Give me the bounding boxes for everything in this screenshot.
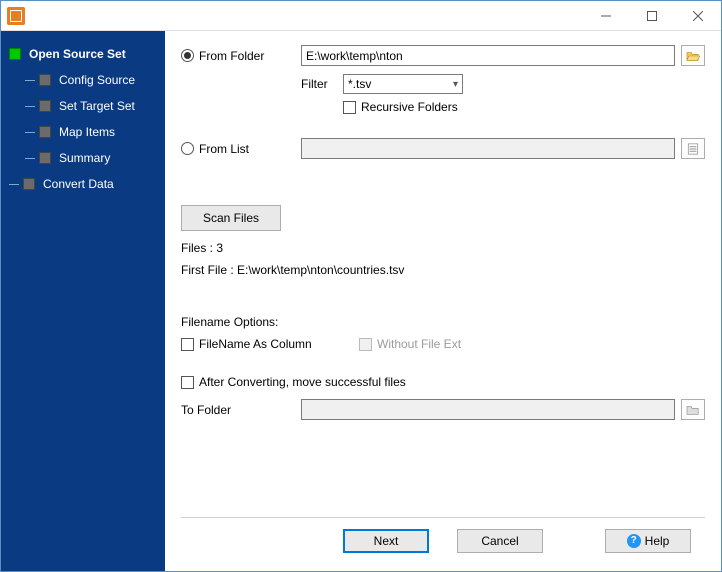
without-ext-checkbox <box>359 338 372 351</box>
from-list-label: From List <box>199 142 249 156</box>
maximize-button[interactable] <box>629 1 675 31</box>
sidebar-item-summary[interactable]: Summary <box>1 145 165 171</box>
sidebar-item-config-source[interactable]: Config Source <box>1 67 165 93</box>
sidebar-item-convert-data[interactable]: Convert Data <box>1 171 165 197</box>
list-path-input <box>301 138 675 159</box>
to-folder-label: To Folder <box>181 403 301 417</box>
filename-as-column-label: FileName As Column <box>199 337 359 351</box>
filter-value: *.tsv <box>348 77 371 91</box>
browse-folder-button[interactable] <box>681 45 705 66</box>
help-button[interactable]: ? Help <box>605 529 691 553</box>
step-box-icon <box>39 152 51 164</box>
tree-connector-icon <box>25 158 35 159</box>
maximize-icon <box>647 11 657 21</box>
filter-label: Filter <box>301 77 343 91</box>
sidebar-item-open-source-set[interactable]: Open Source Set <box>1 41 165 67</box>
help-icon: ? <box>627 534 641 548</box>
folder-path-input[interactable] <box>301 45 675 66</box>
from-folder-radio[interactable]: From Folder <box>181 49 301 63</box>
close-icon <box>693 11 703 21</box>
sidebar-item-set-target-set[interactable]: Set Target Set <box>1 93 165 119</box>
recursive-checkbox[interactable] <box>343 101 356 114</box>
files-count-label: Files : 3 <box>181 241 705 255</box>
main-panel: From Folder Filter *.tsv ▾ Recursive Fol… <box>165 31 721 571</box>
cancel-button[interactable]: Cancel <box>457 529 543 553</box>
radio-icon <box>181 142 194 155</box>
sidebar-item-label: Convert Data <box>43 177 114 191</box>
list-file-icon <box>686 143 700 155</box>
footer: Next Cancel ? Help <box>181 517 705 563</box>
next-button[interactable]: Next <box>343 529 429 553</box>
next-label: Next <box>374 534 399 548</box>
minimize-button[interactable] <box>583 1 629 31</box>
after-move-checkbox[interactable] <box>181 376 194 389</box>
chevron-down-icon: ▾ <box>453 79 458 90</box>
after-move-label: After Converting, move successful files <box>199 375 406 389</box>
sidebar-item-label: Open Source Set <box>29 47 126 61</box>
tree-connector-icon <box>25 80 35 81</box>
filename-as-column-checkbox[interactable] <box>181 338 194 351</box>
titlebar <box>1 1 721 31</box>
from-list-radio[interactable]: From List <box>181 142 301 156</box>
step-box-icon <box>23 178 35 190</box>
tree-connector-icon <box>25 106 35 107</box>
minimize-icon <box>601 11 611 21</box>
app-icon <box>7 7 25 25</box>
step-box-icon <box>39 74 51 86</box>
tree-connector-icon <box>25 132 35 133</box>
sidebar-item-label: Config Source <box>59 73 135 87</box>
tree-connector-icon <box>9 184 19 185</box>
folder-open-icon <box>686 50 700 62</box>
without-ext-label: Without File Ext <box>377 337 461 351</box>
filename-options-heading: Filename Options: <box>181 315 705 329</box>
close-button[interactable] <box>675 1 721 31</box>
sidebar-item-label: Set Target Set <box>59 99 135 113</box>
step-box-icon <box>39 100 51 112</box>
from-folder-label: From Folder <box>199 49 264 63</box>
recursive-label: Recursive Folders <box>361 100 458 114</box>
first-file-label: First File : E:\work\temp\nton\countries… <box>181 263 705 277</box>
step-box-icon <box>39 126 51 138</box>
radio-icon <box>181 49 194 62</box>
sidebar-item-label: Map Items <box>59 125 115 139</box>
filter-combo[interactable]: *.tsv ▾ <box>343 74 463 94</box>
sidebar-item-map-items[interactable]: Map Items <box>1 119 165 145</box>
scan-files-button[interactable]: Scan Files <box>181 205 281 231</box>
help-label: Help <box>645 534 670 548</box>
wizard-sidebar: Open Source Set Config Source Set Target… <box>1 31 165 571</box>
folder-icon <box>686 404 700 416</box>
step-box-icon <box>9 48 21 60</box>
to-folder-input <box>301 399 675 420</box>
browse-to-folder-button[interactable] <box>681 399 705 420</box>
browse-list-button[interactable] <box>681 138 705 159</box>
scan-files-label: Scan Files <box>203 211 259 225</box>
sidebar-item-label: Summary <box>59 151 110 165</box>
cancel-label: Cancel <box>481 534 518 548</box>
